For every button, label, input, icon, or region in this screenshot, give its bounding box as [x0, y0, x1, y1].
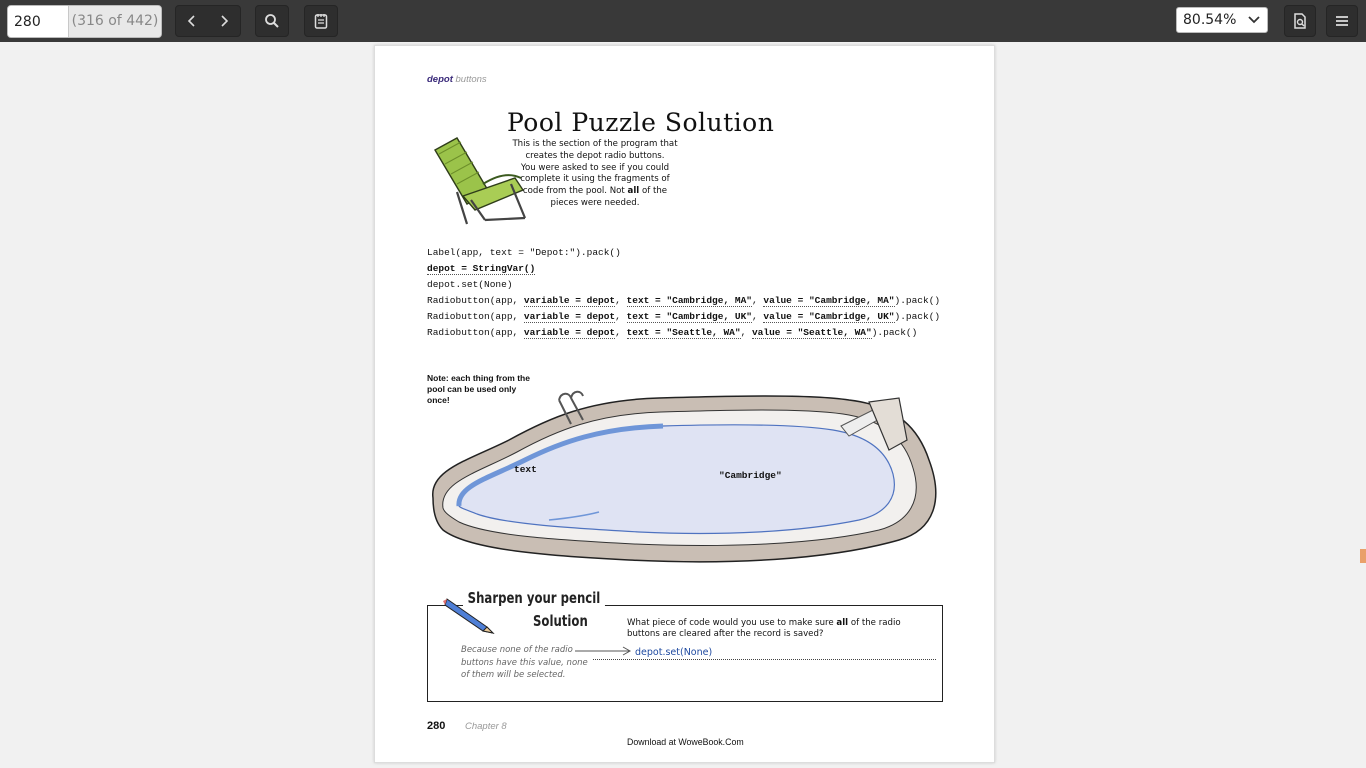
code-fragment: value = "Seattle, WA" — [751, 327, 872, 339]
page-number-input[interactable] — [8, 6, 68, 37]
document-properties-icon — [1294, 13, 1306, 29]
code-fragment: text = "Cambridge, MA" — [626, 295, 752, 307]
sharpen-title: Sharpen your pencil — [463, 590, 605, 607]
intro-line: of the — [641, 186, 668, 197]
pool-fragment-cambridge: "Cambridge" — [719, 470, 782, 481]
viewer-toolbar: (316 of 442) 80.54% — [0, 0, 1366, 42]
code-line-radio-3: Radiobutton(app, variable = depot, text … — [427, 325, 917, 341]
scroll-position-marker — [1360, 549, 1366, 563]
code-line-set: depot.set(None) — [427, 279, 513, 290]
chapter-label: Chapter 8 — [465, 721, 507, 732]
previous-page-button[interactable] — [176, 6, 208, 36]
intro-text: This is the section of the program that … — [505, 139, 685, 210]
code-line-radio-2: Radiobutton(app, variable = depot, text … — [427, 309, 940, 325]
code-text: , — [751, 295, 764, 306]
pool-illustration — [432, 390, 937, 563]
sharpen-question: What piece of code would you use to make… — [627, 618, 907, 640]
code-text: Radiobutton(app, — [427, 327, 524, 338]
code-text: ).pack() — [871, 327, 918, 338]
code-text: , — [615, 311, 627, 322]
running-header: depot buttons — [427, 74, 487, 85]
code-fragment: variable = depot — [523, 295, 616, 307]
intro-bold: all — [627, 186, 640, 197]
sharpen-answer: depot.set(None) — [635, 647, 713, 658]
chevron-right-icon — [221, 15, 229, 27]
intro-line: You were asked to see if you could — [520, 162, 670, 173]
intro-line: pieces were needed. — [550, 197, 640, 208]
chevron-down-icon — [1248, 16, 1260, 24]
arrow-icon — [575, 646, 632, 656]
pool-fragment-text: text — [514, 464, 537, 475]
intro-line: creates the depot radio buttons. — [525, 150, 665, 161]
code-fragment: variable = depot — [523, 311, 616, 323]
code-text: ).pack() — [894, 311, 941, 322]
page-selector: (316 of 442) — [7, 5, 162, 38]
code-text: ).pack() — [894, 295, 941, 306]
code-line-radio-1: Radiobutton(app, variable = depot, text … — [427, 293, 940, 309]
code-text: , — [751, 311, 764, 322]
code-line-label: Label(app, text = "Depot:").pack() — [427, 247, 621, 258]
download-footer: Download at WoweBook.Com — [627, 737, 744, 747]
code-fragment: value = "Cambridge, MA" — [763, 295, 895, 307]
code-text: Radiobutton(app, — [427, 295, 524, 306]
page-number: 280 — [427, 720, 446, 732]
code-fragment: value = "Cambridge, UK" — [763, 311, 895, 323]
code-fragment: text = "Cambridge, UK" — [626, 311, 752, 323]
code-line-stringvar: depot = StringVar() — [427, 261, 536, 277]
document-properties-button[interactable] — [1284, 5, 1316, 37]
code-fragment: text = "Seattle, WA" — [626, 327, 741, 339]
handwritten-note: Because none of the radio buttons have t… — [461, 645, 588, 680]
menu-icon — [1336, 16, 1348, 26]
code-text: Radiobutton(app, — [427, 311, 524, 322]
document-properties-button-inner — [1285, 6, 1315, 36]
page-nav-group — [175, 5, 241, 37]
intro-line: code from the pool. Not — [522, 186, 625, 197]
code-fragment: depot = StringVar() — [427, 263, 536, 275]
annotations-button-inner — [305, 6, 337, 36]
annotations-button[interactable] — [304, 5, 338, 37]
header-rest: buttons — [452, 74, 487, 85]
page-count-label: (316 of 442) — [68, 6, 161, 37]
puzzle-title: Pool Puzzle Solution — [507, 108, 775, 137]
zoom-select[interactable]: 80.54% — [1176, 7, 1268, 33]
intro-line: This is the section of the program that — [512, 139, 678, 149]
next-page-button[interactable] — [208, 6, 240, 36]
notes-icon — [314, 14, 328, 29]
intro-line: complete it using the fragments of — [520, 174, 670, 185]
zoom-value: 80.54% — [1183, 12, 1237, 28]
chevron-left-icon — [187, 15, 195, 27]
code-text: , — [740, 327, 752, 338]
question-text: What piece of code would you use to make… — [627, 618, 834, 628]
search-button-inner — [256, 6, 288, 36]
code-text: , — [615, 295, 627, 306]
sharpen-subtitle: Solution — [533, 612, 588, 630]
main-menu-button[interactable] — [1326, 5, 1358, 37]
search-button[interactable] — [255, 5, 289, 37]
main-menu-button-inner — [1327, 6, 1357, 36]
code-text: , — [615, 327, 627, 338]
answer-line — [593, 659, 936, 660]
search-icon — [265, 14, 279, 28]
question-bold: all — [836, 618, 849, 628]
header-bold: depot — [427, 74, 453, 85]
pdf-page: depot buttons Pool Puzzle Solution This … — [374, 45, 995, 763]
code-fragment: variable = depot — [523, 327, 616, 339]
